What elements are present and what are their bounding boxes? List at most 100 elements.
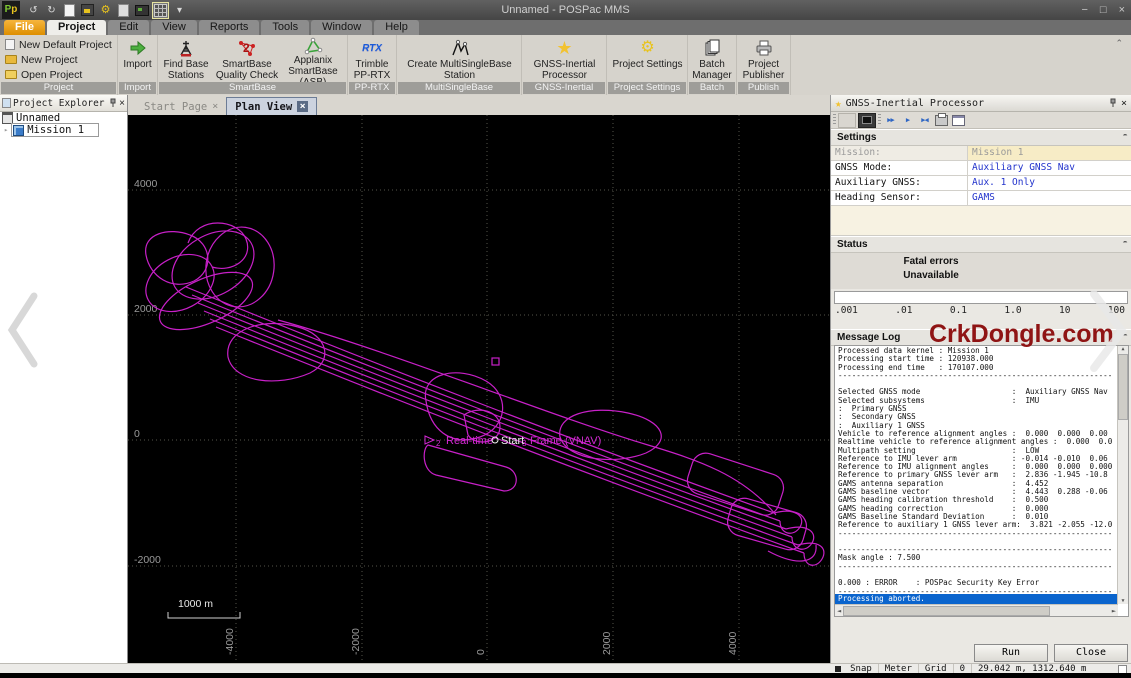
mission-icon bbox=[13, 125, 24, 136]
group-label-import: Import bbox=[119, 82, 156, 94]
minimize-button[interactable]: − bbox=[1081, 4, 1087, 16]
redo-icon[interactable]: ↻ bbox=[44, 3, 59, 18]
batch-manager-button[interactable]: Batch Manager bbox=[688, 35, 736, 81]
tab-plan-close-icon[interactable]: × bbox=[297, 101, 308, 112]
settings-gear-icon[interactable]: ⚙ bbox=[98, 3, 113, 18]
bottom-strip bbox=[0, 673, 1131, 678]
export-icon[interactable] bbox=[934, 114, 949, 127]
settings-section-header[interactable]: Settings ˆˆ bbox=[831, 129, 1131, 146]
new-default-project-icon bbox=[5, 39, 15, 50]
project-publisher-icon bbox=[755, 37, 773, 59]
tab-start-page[interactable]: Start Page × bbox=[136, 98, 226, 115]
x-tick-neg4000: -4000 bbox=[224, 628, 236, 655]
menu-edit[interactable]: Edit bbox=[108, 20, 149, 35]
trimble-pprtx-button[interactable]: RTX Trimble PP-RTX bbox=[348, 35, 396, 81]
project-publisher-button[interactable]: Project Publisher bbox=[737, 35, 790, 81]
collapse-status-icon[interactable]: ˆˆ bbox=[1123, 240, 1125, 250]
grid-view-icon[interactable] bbox=[152, 2, 169, 19]
expander-icon[interactable]: ▸ bbox=[4, 126, 8, 134]
log-horizontal-scrollbar[interactable]: ◄ ► bbox=[835, 604, 1118, 616]
app-window: Pp ↺ ↻ ⚙ ▾ Unnamed - POSPac MMS − □ × Fi… bbox=[0, 0, 1131, 678]
run-button[interactable]: Run bbox=[974, 644, 1048, 662]
project-tree: Unnamed ▸ Mission 1 bbox=[0, 112, 127, 136]
processor-toolbar: ▶▶ ▶ ▶◀ bbox=[831, 112, 1131, 129]
menu-bar: File Project Edit View Reports Tools Win… bbox=[0, 20, 1131, 35]
gnss-inertial-processor-button[interactable]: ★ GNSS-Inertial Processor bbox=[522, 35, 607, 81]
display-mode-button[interactable] bbox=[858, 113, 876, 128]
open-window-icon[interactable] bbox=[951, 114, 966, 127]
menu-tools[interactable]: Tools bbox=[261, 20, 309, 35]
restore-button[interactable]: □ bbox=[1100, 4, 1107, 16]
run-play-icon[interactable]: ▶ bbox=[900, 114, 915, 127]
flight-trajectory bbox=[136, 217, 824, 565]
save-icon[interactable] bbox=[80, 3, 95, 18]
auxiliary-gnss-value[interactable]: Aux. 1 Only bbox=[968, 176, 1131, 190]
message-log-section: Message Log ˆˆ CrkDongle.com Processed d… bbox=[831, 329, 1131, 617]
ribbon-group-smartbase: Find Base Stations 2 SmartBase Quality C… bbox=[158, 35, 348, 95]
document-tab-strip: Start Page × Plan View × bbox=[128, 95, 830, 115]
close-button[interactable]: × bbox=[1119, 4, 1125, 16]
waypoint-2-label: 2 bbox=[436, 439, 441, 448]
ribbon-group-gnss-inertial: ★ GNSS-Inertial Processor GNSS-Inertial bbox=[522, 35, 607, 95]
y-tick-neg2000: -2000 bbox=[134, 554, 161, 566]
new-default-project-button[interactable]: New Default Project bbox=[0, 37, 117, 52]
menu-reports[interactable]: Reports bbox=[199, 20, 260, 35]
gnss-mode-value[interactable]: Auxiliary GNSS Nav bbox=[968, 161, 1131, 175]
project-settings-button[interactable]: ⚙ Project Settings bbox=[607, 35, 688, 81]
scroll-left-icon[interactable]: ◄ bbox=[837, 607, 841, 615]
log-vertical-scrollbar[interactable]: ▲ ▼ bbox=[1117, 346, 1128, 604]
log-scale-labels: .001 .01 0.1 1.0 10 100 bbox=[831, 304, 1131, 318]
panel-close-icon[interactable]: × bbox=[1121, 98, 1127, 109]
settings-row-mission: Mission: Mission 1 bbox=[831, 146, 1131, 161]
scale-bar: 1000 m bbox=[168, 598, 240, 618]
menu-project[interactable]: Project bbox=[47, 20, 106, 35]
close-panel-button[interactable]: Close bbox=[1054, 644, 1128, 662]
heading-sensor-value[interactable]: GAMS bbox=[968, 191, 1131, 205]
applanix-smartbase-button[interactable]: Applanix SmartBase (ASB) bbox=[280, 35, 346, 81]
mission-value[interactable]: Mission 1 bbox=[968, 146, 1131, 160]
y-tick-2000: 2000 bbox=[134, 303, 158, 315]
menu-help[interactable]: Help bbox=[374, 20, 419, 35]
tab-plan-view[interactable]: Plan View × bbox=[226, 97, 317, 115]
scroll-down-icon[interactable]: ▼ bbox=[1121, 598, 1124, 604]
collapse-settings-icon[interactable]: ˆˆ bbox=[1123, 133, 1125, 143]
panel-pin-icon[interactable] bbox=[1109, 98, 1117, 108]
pin-icon[interactable] bbox=[109, 98, 117, 108]
undo-icon[interactable]: ↺ bbox=[26, 3, 41, 18]
x-tick-0: 0 bbox=[475, 649, 487, 655]
horizontal-scroll-thumb[interactable] bbox=[843, 606, 1050, 616]
step-to-end-icon[interactable]: ▶◀ bbox=[917, 114, 932, 127]
menu-view[interactable]: View bbox=[151, 20, 197, 35]
new-project-button[interactable]: New Project bbox=[0, 52, 117, 67]
open-project-button[interactable]: Open Project bbox=[0, 67, 117, 82]
scroll-up-icon[interactable]: ▲ bbox=[1121, 346, 1124, 352]
vertical-scroll-thumb[interactable] bbox=[1118, 354, 1128, 420]
svg-text:2: 2 bbox=[243, 41, 250, 55]
message-log-box[interactable]: Processed data kernel : Mission 1 Proces… bbox=[834, 345, 1129, 617]
import-button[interactable]: Import bbox=[118, 35, 157, 81]
progress-bar bbox=[834, 291, 1128, 304]
explorer-title: Project Explorer bbox=[13, 98, 107, 109]
fast-forward-icon[interactable]: ▶▶ bbox=[883, 114, 898, 127]
ribbon-collapse-icon[interactable]: ⌃ bbox=[1115, 38, 1123, 49]
menu-file[interactable]: File bbox=[4, 20, 45, 35]
status-section-header[interactable]: Status ˆˆ bbox=[831, 236, 1131, 253]
menu-window[interactable]: Window bbox=[311, 20, 372, 35]
collapse-log-icon[interactable]: ˆˆ bbox=[1123, 333, 1125, 343]
ribbon-group-multisinglebase: Create MultiSingleBase Station MultiSing… bbox=[397, 35, 522, 95]
realtime-label: Real-time bbox=[446, 435, 493, 447]
smartbase-quality-check-button[interactable]: 2 SmartBase Quality Check bbox=[214, 35, 280, 81]
scroll-right-icon[interactable]: ► bbox=[1112, 607, 1116, 615]
applanix-smartbase-icon bbox=[303, 37, 323, 55]
explorer-close-icon[interactable]: × bbox=[119, 98, 125, 109]
document-icon[interactable] bbox=[116, 3, 131, 18]
find-base-stations-button[interactable]: Find Base Stations bbox=[158, 35, 214, 81]
plan-view-canvas[interactable]: 4000 2000 0 -2000 -4000 -2000 0 2000 400… bbox=[128, 115, 830, 663]
create-multisinglebase-button[interactable]: Create MultiSingleBase Station bbox=[397, 35, 522, 81]
image-icon[interactable] bbox=[134, 3, 149, 18]
tab-start-close-icon[interactable]: × bbox=[212, 101, 218, 112]
new-file-icon[interactable] bbox=[62, 3, 77, 18]
watermark-text: CrkDongle.com bbox=[929, 320, 1114, 349]
tree-item-mission[interactable]: ▸ Mission 1 bbox=[0, 124, 127, 136]
qat-overflow-icon[interactable]: ▾ bbox=[172, 3, 187, 18]
